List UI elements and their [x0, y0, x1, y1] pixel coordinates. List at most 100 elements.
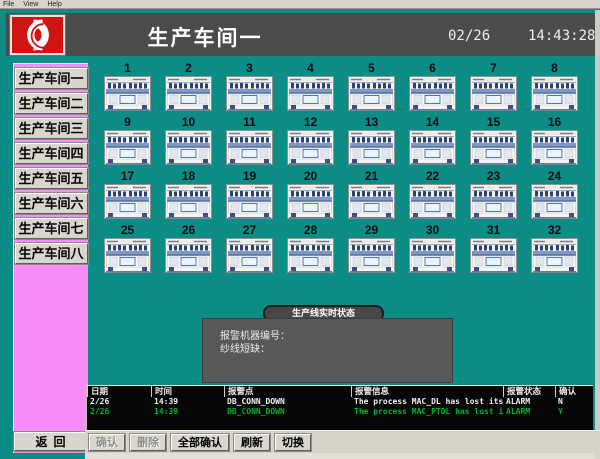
knitting-machine-icon[interactable]	[409, 130, 456, 165]
machine-number: 21	[348, 170, 395, 184]
machine-cell[interactable]: 20	[287, 170, 334, 219]
machine-cell[interactable]: 30	[409, 224, 456, 273]
machine-cell[interactable]: 13	[348, 116, 395, 165]
window-bottom-border	[85, 453, 595, 459]
knitting-machine-icon[interactable]	[470, 76, 517, 111]
knitting-machine-icon[interactable]	[409, 238, 456, 273]
machine-cell[interactable]: 16	[531, 116, 578, 165]
machine-cell[interactable]: 15	[470, 116, 517, 165]
knitting-machine-icon[interactable]	[104, 76, 151, 111]
toolbar-button-delete[interactable]: 删除	[130, 434, 166, 451]
machine-cell[interactable]: 23	[470, 170, 517, 219]
table-row[interactable]: 2/2614:39DB_CONN_DOWNThe process MAC_PTD…	[87, 407, 593, 417]
machine-cell[interactable]: 18	[165, 170, 212, 219]
machine-cell[interactable]: 4	[287, 62, 334, 111]
knitting-machine-icon[interactable]	[165, 130, 212, 165]
machine-cell[interactable]: 2	[165, 62, 212, 111]
toolbar-button-refresh[interactable]: 刷新	[234, 434, 270, 451]
machine-cell[interactable]: 8	[531, 62, 578, 111]
sidebar-item-workshop-4[interactable]: 生产车间四	[15, 143, 88, 164]
machine-cell[interactable]: 22	[409, 170, 456, 219]
sidebar-item-workshop-3[interactable]: 生产车间三	[15, 118, 88, 139]
knitting-machine-icon[interactable]	[104, 184, 151, 219]
machine-number: 1	[104, 62, 151, 76]
machine-number: 22	[409, 170, 456, 184]
machine-cell[interactable]: 6	[409, 62, 456, 111]
knitting-machine-icon[interactable]	[348, 184, 395, 219]
knitting-machine-icon[interactable]	[531, 238, 578, 273]
machine-cell[interactable]: 14	[409, 116, 456, 165]
column-header[interactable]: 报警点	[224, 386, 351, 397]
knitting-machine-icon[interactable]	[165, 76, 212, 111]
knitting-machine-icon[interactable]	[287, 76, 334, 111]
menu-item-help[interactable]: Help	[47, 1, 61, 8]
machine-cell[interactable]: 10	[165, 116, 212, 165]
knitting-machine-icon[interactable]	[348, 76, 395, 111]
machine-cell[interactable]: 27	[226, 224, 273, 273]
knitting-machine-icon[interactable]	[409, 76, 456, 111]
table-row[interactable]: 2/2614:39DB_CONN_DOWNThe process MAC_DL …	[87, 397, 593, 407]
machine-cell[interactable]: 24	[531, 170, 578, 219]
column-header[interactable]: 日期	[87, 386, 151, 397]
sidebar-item-workshop-2[interactable]: 生产车间二	[15, 93, 88, 114]
machine-cell[interactable]: 12	[287, 116, 334, 165]
knitting-machine-icon[interactable]	[531, 76, 578, 111]
machine-grid: 1 2	[104, 62, 578, 273]
column-header[interactable]: 时间	[151, 386, 224, 397]
sidebar-item-workshop-8[interactable]: 生产车间八	[15, 243, 88, 264]
machine-cell[interactable]: 28	[287, 224, 334, 273]
machine-cell[interactable]: 1	[104, 62, 151, 111]
menu-item-view[interactable]: View	[23, 1, 38, 8]
knitting-machine-icon[interactable]	[226, 130, 273, 165]
machine-cell[interactable]: 11	[226, 116, 273, 165]
machine-number: 13	[348, 116, 395, 130]
machine-cell[interactable]: 32	[531, 224, 578, 273]
knitting-machine-icon[interactable]	[226, 184, 273, 219]
knitting-machine-icon[interactable]	[531, 184, 578, 219]
machine-cell[interactable]: 21	[348, 170, 395, 219]
toolbar-button-switch[interactable]: 切换	[275, 434, 311, 451]
machine-cell[interactable]: 9	[104, 116, 151, 165]
knitting-machine-icon[interactable]	[470, 238, 517, 273]
toolbar-button-ack[interactable]: 确认	[89, 434, 125, 451]
alarm-table-body: 2/2614:39DB_CONN_DOWNThe process MAC_DL …	[87, 397, 593, 417]
knitting-machine-icon[interactable]	[409, 184, 456, 219]
machine-cell[interactable]: 25	[104, 224, 151, 273]
knitting-machine-icon[interactable]	[287, 184, 334, 219]
knitting-machine-icon[interactable]	[226, 76, 273, 111]
knitting-machine-icon[interactable]	[348, 238, 395, 273]
column-header[interactable]: 确认	[555, 386, 592, 397]
knitting-machine-icon[interactable]	[287, 238, 334, 273]
knitting-machine-icon[interactable]	[226, 238, 273, 273]
knitting-machine-icon[interactable]	[470, 130, 517, 165]
machine-cell[interactable]: 29	[348, 224, 395, 273]
knitting-machine-icon[interactable]	[287, 130, 334, 165]
menu-item-file[interactable]: File	[3, 1, 14, 8]
knitting-machine-icon[interactable]	[165, 184, 212, 219]
machine-cell[interactable]: 31	[470, 224, 517, 273]
sidebar-item-workshop-1[interactable]: 生产车间一	[15, 68, 88, 89]
knitting-machine-icon[interactable]	[165, 238, 212, 273]
hmi-window: FileViewHelp 生产车间一 02/26 14:43:28 生产车间一生…	[0, 0, 600, 459]
workshop-sidebar: 生产车间一生产车间二生产车间三生产车间四生产车间五生产车间六生产车间七生产车间八	[13, 63, 88, 453]
column-header[interactable]: 报警信息	[351, 386, 503, 397]
column-header[interactable]: 报警状态	[503, 386, 555, 397]
machine-cell[interactable]: 3	[226, 62, 273, 111]
return-button[interactable]: 返回	[14, 432, 87, 451]
machine-cell[interactable]: 5	[348, 62, 395, 111]
sidebar-item-workshop-7[interactable]: 生产车间七	[15, 218, 88, 239]
machine-cell[interactable]: 17	[104, 170, 151, 219]
knitting-machine-icon[interactable]	[104, 238, 151, 273]
knitting-machine-icon[interactable]	[104, 130, 151, 165]
sidebar-item-workshop-6[interactable]: 生产车间六	[15, 193, 88, 214]
sidebar-item-workshop-5[interactable]: 生产车间五	[15, 168, 88, 189]
machine-number: 29	[348, 224, 395, 238]
knitting-machine-icon[interactable]	[531, 130, 578, 165]
knitting-machine-icon[interactable]	[348, 130, 395, 165]
knitting-machine-icon[interactable]	[470, 184, 517, 219]
machine-cell[interactable]: 26	[165, 224, 212, 273]
machine-cell[interactable]: 7	[470, 62, 517, 111]
toolbar-button-ack-all[interactable]: 全部确认	[171, 434, 229, 451]
machine-number: 12	[287, 116, 334, 130]
machine-cell[interactable]: 19	[226, 170, 273, 219]
